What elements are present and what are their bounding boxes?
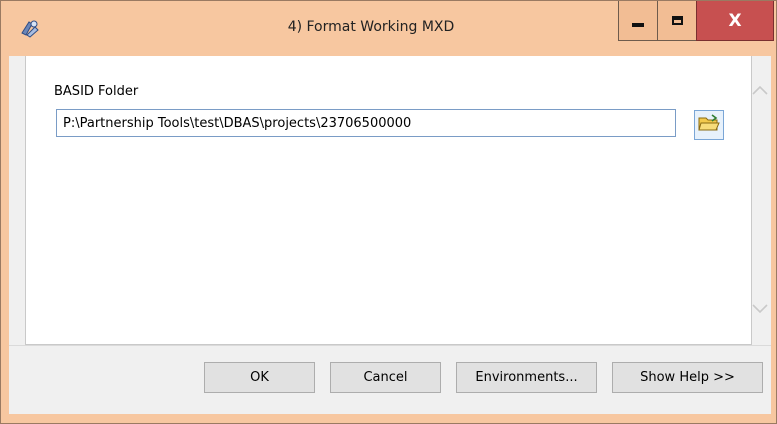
close-icon: X xyxy=(728,10,742,31)
dialog-window: 4) Format Working MXD X BASID Folder P:\… xyxy=(0,0,777,424)
basid-folder-input[interactable] xyxy=(56,109,676,137)
scroll-up-button[interactable] xyxy=(750,82,770,102)
environments-button[interactable]: Environments... xyxy=(456,362,597,393)
dialog-client-area: BASID Folder P:\Partnership Tools\test\D… xyxy=(9,56,771,414)
minimize-icon xyxy=(632,22,644,27)
title-bar[interactable]: 4) Format Working MXD X xyxy=(1,1,776,55)
show-help-button[interactable]: Show Help >> xyxy=(612,362,763,393)
cancel-button[interactable]: Cancel xyxy=(330,362,441,393)
minimize-button[interactable] xyxy=(618,1,658,41)
ok-button[interactable]: OK xyxy=(204,362,315,393)
chevron-up-icon xyxy=(751,84,769,100)
close-button[interactable]: X xyxy=(696,1,774,41)
browse-folder-button[interactable] xyxy=(694,110,724,140)
open-folder-icon xyxy=(698,114,720,136)
basid-folder-label: BASID Folder xyxy=(54,84,139,99)
maximize-icon xyxy=(671,16,683,25)
footer-divider xyxy=(9,345,771,346)
scroll-down-button[interactable] xyxy=(750,301,770,321)
maximize-button[interactable] xyxy=(657,1,697,41)
parameters-panel: BASID Folder xyxy=(25,56,768,345)
chevron-down-icon xyxy=(751,303,769,319)
